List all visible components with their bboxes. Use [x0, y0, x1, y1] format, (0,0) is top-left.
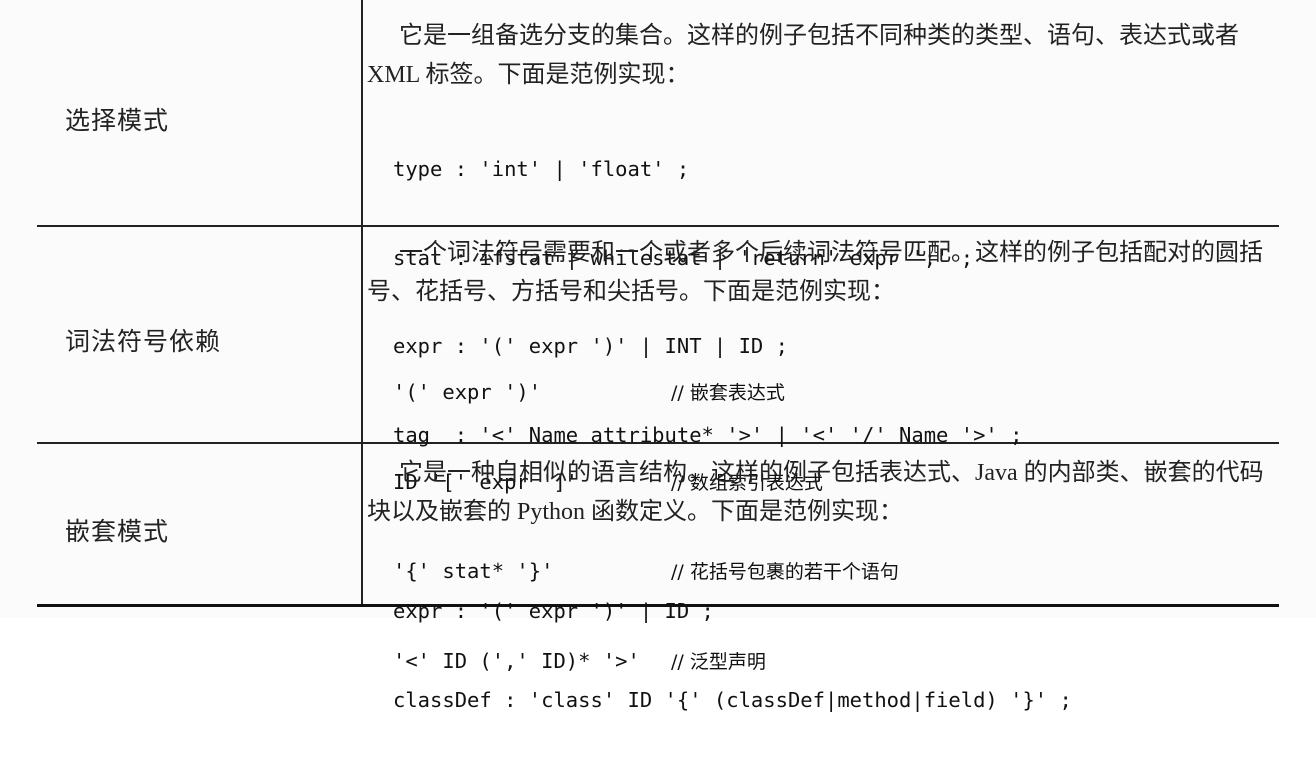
code-comment: // 嵌套表达式: [671, 382, 785, 404]
code-sample: expr : '(' expr ')' | ID ; classDef : 'c…: [393, 538, 1072, 774]
table-row-nested-pattern: 嵌套模式 它是一种自相似的语言结构。这样的例子包括表达式、Java 的内部类、嵌…: [37, 444, 1279, 712]
row-description: 一个词法符号需要和一个或者多个后续词法符号匹配。这样的例子包括配对的圆括号、花括…: [367, 240, 1263, 305]
row-description: 它是一组备选分支的集合。这样的例子包括不同种类的类型、语句、表达式或者 XML …: [367, 23, 1239, 88]
pattern-table: 选择模式 它是一组备选分支的集合。这样的例子包括不同种类的类型、语句、表达式或者…: [37, 0, 1279, 712]
page: 选择模式 它是一组备选分支的集合。这样的例子包括不同种类的类型、语句、表达式或者…: [0, 0, 1316, 712]
code-line: expr : '(' expr ')' | ID ;: [393, 599, 714, 623]
row-label: 词法符号依赖: [65, 329, 222, 356]
table-row-token-dependency: 词法符号依赖 一个词法符号需要和一个或者多个后续词法符号匹配。这样的例子包括配对…: [37, 227, 1279, 673]
row-label: 嵌套模式: [65, 519, 170, 546]
table-row-choice-pattern: 选择模式 它是一组备选分支的集合。这样的例子包括不同种类的类型、语句、表达式或者…: [37, 0, 1279, 447]
row-label: 选择模式: [65, 108, 170, 135]
code-expr: '(' expr ')': [393, 380, 542, 404]
row-description: 它是一种自相似的语言结构。这样的例子包括表达式、Java 的内部类、嵌套的代码块…: [367, 460, 1264, 525]
code-line: classDef : 'class' ID '{' (classDef|meth…: [393, 687, 1072, 712]
code-line: type : 'int' | 'float' ;: [393, 157, 690, 181]
code-line: '(' expr ')' // 嵌套表达式: [393, 378, 899, 409]
